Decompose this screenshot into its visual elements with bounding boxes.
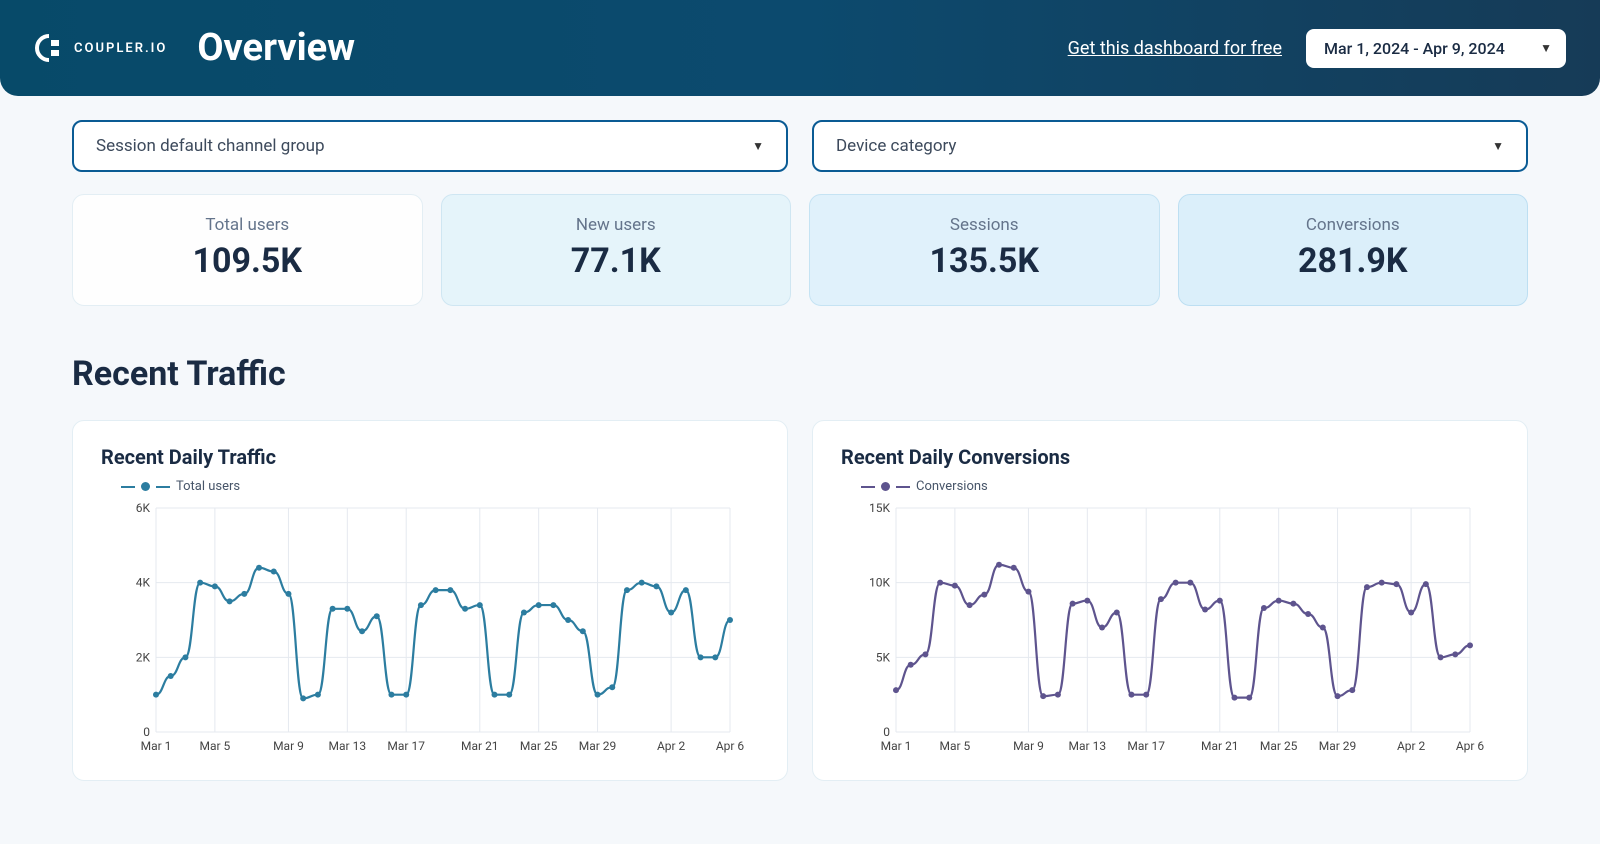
chart-legend: Conversions <box>841 479 1499 494</box>
chart-title: Recent Daily Traffic <box>101 445 759 469</box>
metric-label: Conversions <box>1189 215 1518 235</box>
section-title: Recent Traffic <box>72 354 1528 394</box>
legend-line-icon <box>121 486 135 488</box>
svg-text:Mar 21: Mar 21 <box>1201 739 1239 753</box>
legend-line-icon <box>156 486 170 488</box>
svg-text:Mar 5: Mar 5 <box>199 739 230 753</box>
svg-text:15K: 15K <box>869 501 890 515</box>
chart-title: Recent Daily Conversions <box>841 445 1499 469</box>
metric-value: 135.5K <box>820 241 1149 281</box>
svg-text:4K: 4K <box>136 576 151 590</box>
metric-value: 77.1K <box>452 241 781 281</box>
page-title: Overview <box>197 26 355 70</box>
svg-text:Apr 6: Apr 6 <box>716 739 745 753</box>
metric-label: Sessions <box>820 215 1149 235</box>
svg-text:0: 0 <box>883 725 890 739</box>
chevron-down-icon: ▼ <box>752 139 764 153</box>
chart-legend: Total users <box>101 479 759 494</box>
chevron-down-icon: ▼ <box>1492 139 1504 153</box>
dropdown-label: Device category <box>836 136 956 156</box>
svg-text:Mar 9: Mar 9 <box>1013 739 1044 753</box>
legend-label: Conversions <box>916 479 988 494</box>
legend-label: Total users <box>176 479 240 494</box>
chart-canvas: 0 5K 10K 15K Mar 1 Mar 5 Mar 9 Mar 13 Mar 17 Mar … <box>841 500 1499 760</box>
metric-value: 281.9K <box>1189 241 1518 281</box>
brand-mark-icon <box>34 33 64 63</box>
metric-sessions: Sessions 135.5K <box>809 194 1160 306</box>
svg-text:10K: 10K <box>869 576 890 590</box>
brand-text: COUPLER.IO <box>74 41 167 56</box>
metric-new-users: New users 77.1K <box>441 194 792 306</box>
device-category-dropdown[interactable]: Device category ▼ <box>812 120 1528 172</box>
svg-text:Mar 25: Mar 25 <box>1260 739 1298 753</box>
svg-text:Mar 13: Mar 13 <box>329 739 367 753</box>
svg-text:Mar 21: Mar 21 <box>461 739 499 753</box>
legend-dot-icon <box>141 482 150 491</box>
chart-recent-daily-traffic: Recent Daily Traffic Total users 0 2K 4K 6K… <box>72 420 788 781</box>
svg-text:Apr 6: Apr 6 <box>1456 739 1485 753</box>
svg-text:Mar 1: Mar 1 <box>881 739 912 753</box>
legend-dot-icon <box>881 482 890 491</box>
svg-text:5K: 5K <box>876 650 891 664</box>
svg-text:Mar 29: Mar 29 <box>1319 739 1357 753</box>
svg-text:Mar 29: Mar 29 <box>579 739 617 753</box>
chart-canvas: 0 2K 4K 6K Mar 1 Mar 5 Mar 9 Mar 13 Mar 17 Mar 21… <box>101 500 759 760</box>
chart-recent-daily-conversions: Recent Daily Conversions Conversions 0 5K… <box>812 420 1528 781</box>
chevron-down-icon: ▼ <box>1540 41 1552 55</box>
get-dashboard-link[interactable]: Get this dashboard for free <box>1068 38 1282 59</box>
svg-text:2K: 2K <box>136 650 151 664</box>
brand-logo: COUPLER.IO <box>34 33 167 63</box>
svg-text:6K: 6K <box>136 501 151 515</box>
metric-label: Total users <box>83 215 412 235</box>
svg-text:Mar 17: Mar 17 <box>1127 739 1165 753</box>
metric-total-users: Total users 109.5K <box>72 194 423 306</box>
date-range-picker[interactable]: Mar 1, 2024 - Apr 9, 2024 ▼ <box>1306 29 1566 68</box>
svg-text:Mar 9: Mar 9 <box>273 739 304 753</box>
svg-text:Mar 17: Mar 17 <box>387 739 425 753</box>
dropdown-label: Session default channel group <box>96 136 325 156</box>
date-range-value: Mar 1, 2024 - Apr 9, 2024 <box>1324 39 1505 58</box>
svg-text:0: 0 <box>143 725 150 739</box>
svg-text:Mar 25: Mar 25 <box>520 739 558 753</box>
svg-text:Mar 1: Mar 1 <box>141 739 172 753</box>
svg-text:Apr 2: Apr 2 <box>657 739 686 753</box>
legend-line-icon <box>896 486 910 488</box>
metric-value: 109.5K <box>83 241 412 281</box>
legend-line-icon <box>861 486 875 488</box>
metric-label: New users <box>452 215 781 235</box>
svg-text:Mar 5: Mar 5 <box>939 739 970 753</box>
metric-conversions: Conversions 281.9K <box>1178 194 1529 306</box>
header-bar: COUPLER.IO Overview Get this dashboard f… <box>0 0 1600 96</box>
svg-text:Apr 2: Apr 2 <box>1397 739 1426 753</box>
channel-group-dropdown[interactable]: Session default channel group ▼ <box>72 120 788 172</box>
svg-text:Mar 13: Mar 13 <box>1069 739 1107 753</box>
